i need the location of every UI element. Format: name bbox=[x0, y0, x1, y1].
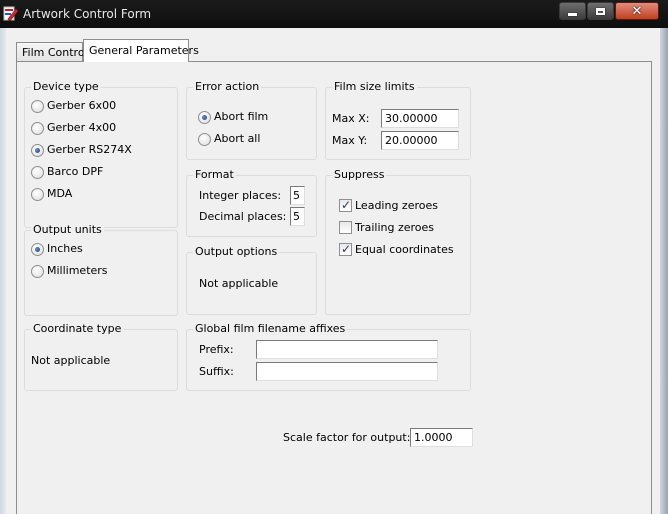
checkbox-trailing-zeroes[interactable] bbox=[339, 221, 352, 234]
checkbox-label: Equal coordinates bbox=[355, 243, 454, 256]
format-group: Format bbox=[186, 168, 317, 237]
prefix-label: Prefix: bbox=[199, 343, 234, 356]
tab-label: Film Control bbox=[22, 46, 88, 59]
filename-affixes-group: Global film filename affixes bbox=[186, 322, 471, 391]
output-options-text: Not applicable bbox=[199, 277, 279, 290]
close-button[interactable]: ✕ bbox=[615, 2, 659, 20]
radio-label: Inches bbox=[47, 242, 83, 255]
max-x-field[interactable]: 30.00000 bbox=[381, 109, 459, 128]
group-title: Output units bbox=[31, 223, 104, 237]
window-frame-right bbox=[660, 28, 668, 514]
maximize-icon bbox=[596, 7, 605, 15]
radio-label: MDA bbox=[47, 187, 73, 200]
radio-abort-all[interactable] bbox=[198, 133, 211, 146]
artwork-app-icon bbox=[3, 6, 19, 22]
decimal-places-field[interactable]: 5 bbox=[290, 207, 305, 226]
decimal-places-label: Decimal places: bbox=[199, 210, 287, 223]
suffix-label: Suffix: bbox=[199, 365, 234, 378]
scale-factor-label: Scale factor for output: bbox=[283, 431, 411, 444]
radio-label: Abort film bbox=[214, 110, 269, 123]
scale-factor-field[interactable]: 1.0000 bbox=[410, 428, 473, 447]
checkbox-label: Trailing zeroes bbox=[355, 221, 435, 234]
max-x-label: Max X: bbox=[332, 112, 370, 125]
suffix-field[interactable] bbox=[256, 362, 438, 381]
group-title: Device type bbox=[31, 80, 101, 94]
minimize-button[interactable] bbox=[559, 2, 586, 20]
radio-label: Gerber 4x00 bbox=[47, 121, 117, 134]
prefix-field[interactable] bbox=[256, 340, 438, 359]
radio-gerber-4x00[interactable] bbox=[31, 122, 44, 135]
max-y-field[interactable]: 20.00000 bbox=[381, 131, 459, 150]
group-title: Global film filename affixes bbox=[193, 322, 348, 336]
checkbox-leading-zeroes[interactable]: ✓ bbox=[339, 198, 352, 212]
group-title: Format bbox=[193, 168, 236, 182]
radio-label: Abort all bbox=[214, 132, 261, 145]
checkmark-icon: ✓ bbox=[341, 198, 352, 212]
radio-abort-film[interactable] bbox=[198, 111, 211, 124]
checkbox-label: Leading zeroes bbox=[355, 199, 438, 212]
title-bar[interactable]: Artwork Control Form ✕ bbox=[0, 0, 668, 28]
group-title: Suppress bbox=[332, 168, 387, 182]
group-title: Film size limits bbox=[332, 80, 417, 94]
minimize-icon bbox=[568, 12, 577, 16]
radio-label: Gerber 6x00 bbox=[47, 99, 117, 112]
radio-millimeters[interactable] bbox=[31, 265, 44, 278]
radio-gerber-rs274x[interactable] bbox=[31, 144, 44, 157]
checkmark-icon: ✓ bbox=[341, 242, 352, 256]
radio-gerber-6x00[interactable] bbox=[31, 100, 44, 113]
checkbox-equal-coordinates[interactable]: ✓ bbox=[339, 242, 352, 256]
window-title: Artwork Control Form bbox=[23, 7, 152, 21]
radio-label: Barco DPF bbox=[47, 165, 104, 178]
group-title: Coordinate type bbox=[31, 322, 124, 336]
tab-label: General Parameters bbox=[89, 44, 199, 57]
integer-places-field[interactable]: 5 bbox=[290, 186, 305, 205]
group-title: Error action bbox=[193, 80, 262, 94]
radio-inches[interactable] bbox=[31, 243, 44, 256]
radio-label: Gerber RS274X bbox=[47, 143, 132, 156]
coordinate-type-text: Not applicable bbox=[31, 354, 111, 367]
radio-mda[interactable] bbox=[31, 188, 44, 201]
close-icon: ✕ bbox=[631, 3, 643, 19]
tab-film-control[interactable]: Film Control bbox=[16, 42, 88, 62]
maximize-button[interactable] bbox=[587, 2, 614, 20]
radio-barco-dpf[interactable] bbox=[31, 166, 44, 179]
radio-label: Millimeters bbox=[47, 264, 108, 277]
tab-general-parameters[interactable]: General Parameters bbox=[83, 39, 199, 62]
integer-places-label: Integer places: bbox=[199, 189, 282, 202]
max-y-label: Max Y: bbox=[332, 134, 368, 147]
group-title: Output options bbox=[193, 245, 280, 259]
